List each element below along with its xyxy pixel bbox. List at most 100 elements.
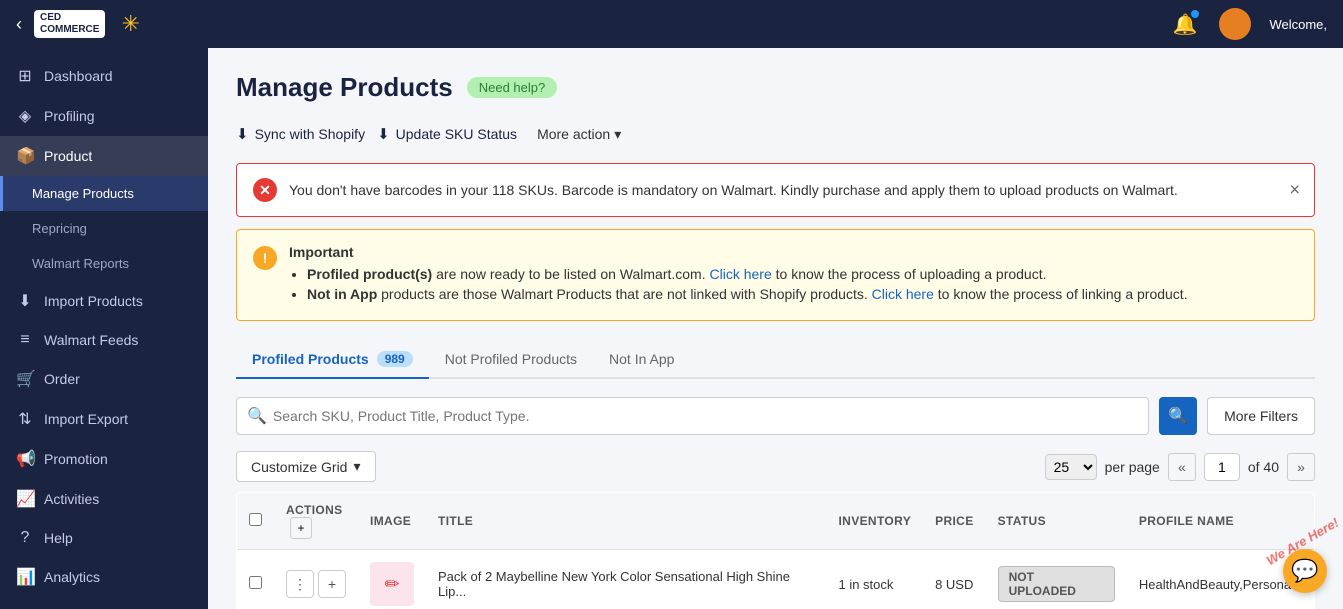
customize-grid-label: Customize Grid (251, 459, 347, 475)
sidebar-item-help[interactable]: ? Help (0, 519, 208, 557)
warning-line1-suffix: to know the process of uploading a produ… (776, 266, 1047, 282)
per-page-select[interactable]: 25 50 100 (1045, 454, 1097, 480)
warning-line1-link[interactable]: Click here (710, 266, 772, 282)
sidebar-label-import-products: Import Products (44, 293, 143, 309)
page-title: Manage Products (236, 72, 453, 103)
sidebar-item-activities[interactable]: 📈 Activities (0, 479, 208, 519)
notification-dot (1191, 10, 1199, 18)
sidebar-label-dashboard: Dashboard (44, 68, 113, 84)
toolbar: ⬇ Sync with Shopify ⬇ Update SKU Status … (236, 121, 1315, 147)
more-filters-button[interactable]: More Filters (1207, 397, 1315, 435)
tab-profiled-products[interactable]: Profiled Products 989 (236, 341, 429, 379)
sidebar-label-activities: Activities (44, 491, 99, 507)
search-row: 🔍 🔍 More Filters (236, 397, 1315, 435)
search-go-button[interactable]: 🔍 (1159, 397, 1197, 435)
search-go-icon: 🔍 (1168, 406, 1188, 426)
activities-icon: 📈 (16, 489, 34, 509)
tab-not-profiled-products[interactable]: Not Profiled Products (429, 341, 593, 379)
main-content: Manage Products Need help? ⬇ Sync with S… (208, 48, 1343, 609)
tab-not-in-app[interactable]: Not In App (593, 341, 690, 379)
not-in-app-label: Not in App (307, 286, 377, 302)
sync-with-shopify-button[interactable]: ⬇ Sync with Shopify (236, 121, 365, 147)
sidebar-label-product: Product (44, 148, 92, 164)
warning-alert-content: Important Profiled product(s) are now re… (289, 244, 1188, 306)
error-alert: ✕ You don't have barcodes in your 118 SK… (236, 163, 1315, 217)
walmart-icon: ✳ (121, 11, 139, 37)
last-page-button[interactable]: » (1287, 453, 1315, 481)
row-add-button[interactable]: + (318, 570, 346, 598)
warning-line1-pre: are now ready to be listed on Walmart.co… (436, 266, 709, 282)
sync-icon: ⬇ (236, 125, 249, 143)
sidebar-item-analytics[interactable]: 📊 Analytics (0, 557, 208, 597)
col-inventory: INVENTORY (826, 493, 923, 550)
ced-logo: CED COMMERCE (34, 10, 105, 38)
tab-profiled-badge: 989 (377, 351, 413, 367)
row-actions-cell: ⋮ + (274, 550, 358, 609)
customize-grid-chevron-icon: ▾ (353, 458, 360, 475)
col-title: TITLE (426, 493, 826, 550)
sidebar-item-import-export[interactable]: ⇅ Import Export (0, 399, 208, 439)
sidebar-item-manage-products[interactable]: Manage Products (0, 176, 208, 211)
product-icon: 📦 (16, 146, 34, 166)
import-export-icon: ⇅ (16, 409, 34, 429)
row-inventory-cell: 1 in stock (826, 550, 923, 609)
product-profile-name: HealthAndBeauty,Persona... (1139, 577, 1302, 592)
row-checkbox[interactable] (249, 576, 262, 589)
update-sku-label: Update SKU Status (396, 126, 517, 142)
select-all-checkbox[interactable] (249, 513, 262, 526)
sidebar-item-dashboard[interactable]: ⊞ Dashboard (0, 56, 208, 96)
sidebar-item-promotion[interactable]: 📢 Promotion (0, 439, 208, 479)
sidebar-label-help: Help (44, 530, 73, 546)
warning-line2-link[interactable]: Click here (872, 286, 934, 302)
sync-label: Sync with Shopify (255, 126, 366, 142)
total-pages-label: of 40 (1248, 459, 1279, 475)
page-number-input[interactable] (1204, 453, 1240, 481)
more-action-label: More action (537, 126, 610, 142)
chat-fab[interactable]: 💬 (1283, 549, 1327, 593)
sidebar-label-analytics: Analytics (44, 569, 100, 585)
product-inventory: 1 in stock (838, 577, 893, 592)
error-alert-close-button[interactable]: × (1289, 180, 1300, 201)
row-image-cell: ✏ (358, 550, 426, 609)
more-action-button[interactable]: More action ▾ (529, 122, 629, 147)
sidebar-item-walmart-feeds[interactable]: ≡ Walmart Feeds (0, 321, 208, 359)
col-checkbox (237, 493, 275, 550)
first-page-button[interactable]: « (1168, 453, 1196, 481)
warning-line2-suffix: to know the process of linking a product… (938, 286, 1188, 302)
search-icon: 🔍 (247, 406, 267, 426)
warning-icon: ! (253, 246, 277, 270)
profiled-products-label: Profiled product(s) (307, 266, 432, 282)
walmart-feeds-icon: ≡ (16, 331, 34, 349)
warning-alert: ! Important Profiled product(s) are now … (236, 229, 1315, 321)
update-sku-status-button[interactable]: ⬇ Update SKU Status (377, 121, 517, 147)
product-tabs: Profiled Products 989 Not Profiled Produ… (236, 341, 1315, 379)
avatar[interactable] (1219, 8, 1251, 40)
add-column-button[interactable]: + (290, 517, 312, 539)
row-dots-menu-button[interactable]: ⋮ (286, 570, 314, 598)
product-price: 8 USD (935, 577, 973, 592)
row-title-cell: Pack of 2 Maybelline New York Color Sens… (426, 550, 826, 609)
notification-bell[interactable]: 🔔 (1173, 12, 1198, 37)
profiling-icon: ◈ (16, 106, 34, 126)
back-button[interactable]: ‹ (16, 14, 22, 35)
sidebar-item-profiling[interactable]: ◈ Profiling (0, 96, 208, 136)
help-icon: ? (16, 529, 34, 547)
sidebar-label-promotion: Promotion (44, 451, 108, 467)
sidebar-item-repricing[interactable]: Repricing (0, 211, 208, 246)
warning-line2-middle: products are those Walmart Products that… (381, 286, 868, 302)
col-profile-name: PROFILE NAME (1127, 493, 1315, 550)
warning-line2: Not in App products are those Walmart Pr… (307, 286, 1188, 302)
sidebar-item-settings[interactable]: ⚙ Settings (0, 597, 208, 609)
sidebar-item-order[interactable]: 🛒 Order (0, 359, 208, 399)
tab-not-profiled-label: Not Profiled Products (445, 351, 577, 367)
need-help-badge[interactable]: Need help? (467, 77, 558, 98)
sidebar-item-import-products[interactable]: ⬇ Import Products (0, 281, 208, 321)
customize-grid-button[interactable]: Customize Grid ▾ (236, 451, 376, 482)
row-checkbox-cell (237, 550, 275, 609)
sidebar-item-walmart-reports[interactable]: Walmart Reports (0, 246, 208, 281)
sidebar-item-product[interactable]: 📦 Product (0, 136, 208, 176)
welcome-text: Welcome, (1269, 17, 1327, 32)
pagination: 25 50 100 per page « of 40 » (1045, 453, 1315, 481)
product-title: Pack of 2 Maybelline New York Color Sens… (438, 569, 790, 599)
search-input[interactable] (273, 408, 1138, 424)
